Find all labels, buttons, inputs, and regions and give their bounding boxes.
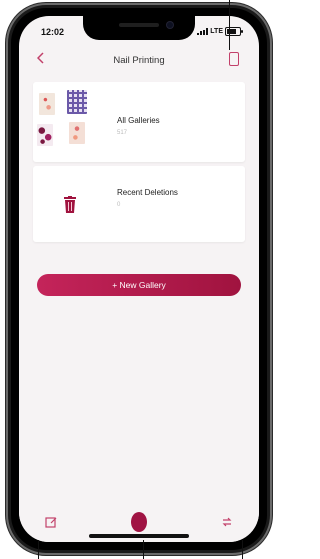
status-time: 12:02: [41, 27, 65, 37]
gallery-card-recent-deletions[interactable]: Recent Deletions 0: [33, 166, 245, 242]
new-gallery-label: + New Gallery: [112, 280, 166, 290]
gallery-name: All Galleries: [117, 116, 160, 125]
callout-line-top: [229, 0, 230, 50]
thumbnail-image: [69, 122, 85, 144]
page-title: Nail Printing: [113, 55, 165, 66]
nail-icon[interactable]: [131, 512, 147, 532]
speaker: [119, 23, 159, 27]
status-indicators: LTE: [197, 27, 243, 36]
gallery-count: 0: [117, 202, 121, 208]
phone-frame: 12:02 LTE Nail Printing All Galleries 51…: [6, 3, 272, 555]
phone-icon[interactable]: [229, 52, 239, 66]
callout-line-center: [143, 540, 144, 559]
home-indicator: [89, 534, 189, 538]
new-gallery-button[interactable]: + New Gallery: [37, 274, 241, 296]
signal-icon: [197, 28, 209, 35]
thumbnail-image: [39, 93, 55, 115]
battery-icon: [225, 27, 243, 36]
gallery-thumbnails: [37, 90, 97, 154]
trash-icon: [64, 196, 76, 213]
notch: [83, 16, 195, 40]
callout-line-left: [38, 540, 39, 559]
gallery-card-all[interactable]: All Galleries 517: [33, 82, 245, 162]
callout-line-right: [242, 540, 243, 559]
gallery-count: 517: [117, 130, 128, 136]
app-screen: 12:02 LTE Nail Printing All Galleries 51…: [19, 16, 259, 542]
sync-icon[interactable]: [221, 516, 233, 528]
bottom-toolbar: [19, 508, 259, 542]
phone-bezel: 12:02 LTE Nail Printing All Galleries 51…: [11, 8, 267, 550]
front-camera: [167, 22, 173, 28]
network-type: LTE: [210, 28, 223, 35]
edit-icon[interactable]: [45, 516, 57, 528]
thumbnail-image: [37, 124, 53, 146]
nav-bar: Nail Printing: [19, 46, 259, 74]
thumbnail-image: [67, 90, 87, 114]
gallery-name: Recent Deletions: [117, 188, 178, 197]
